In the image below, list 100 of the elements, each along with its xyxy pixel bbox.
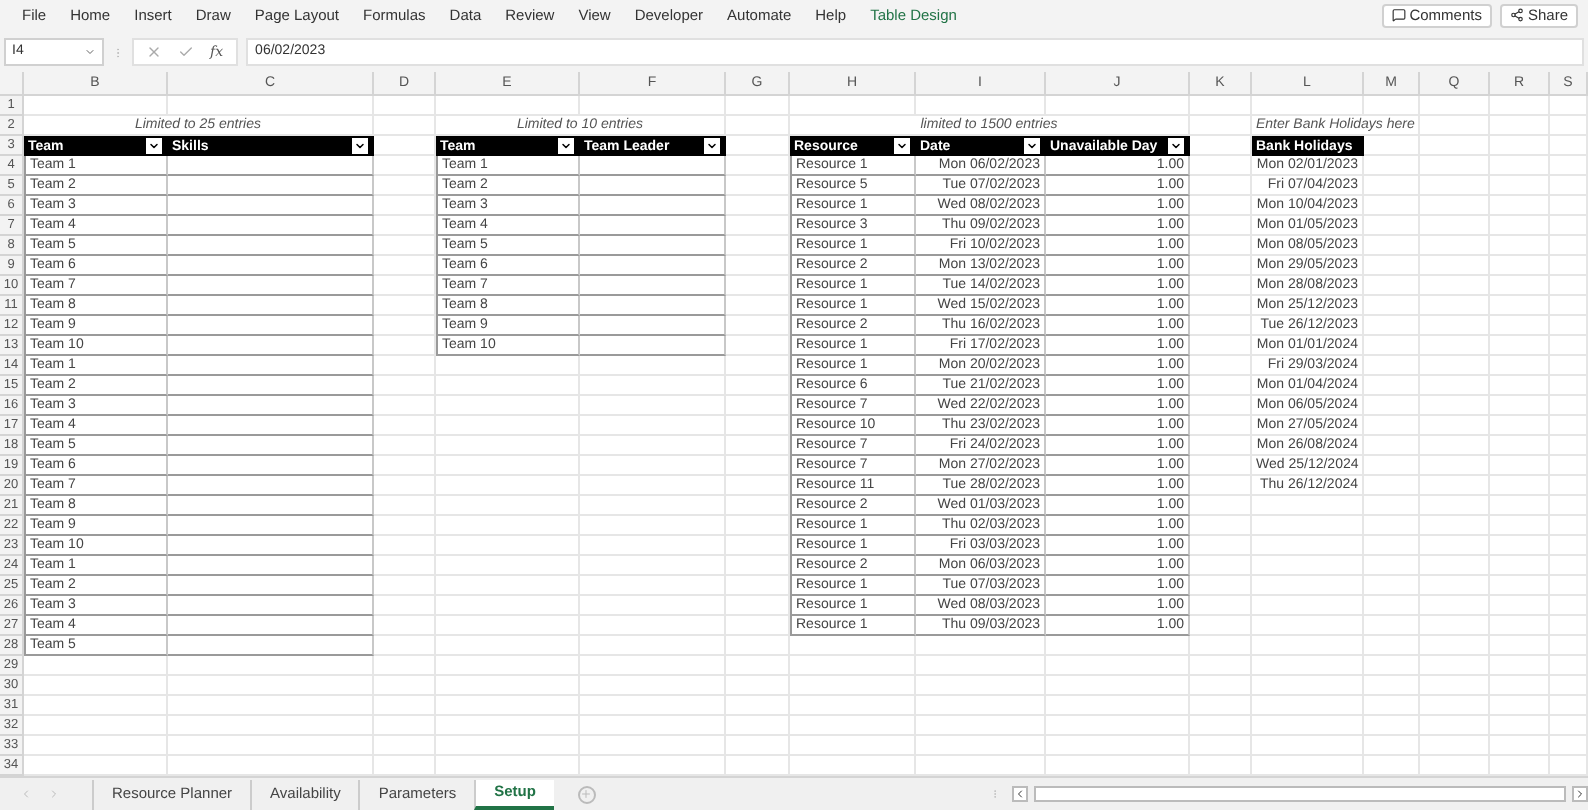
sheet-cell[interactable] (1252, 96, 1364, 116)
sheet-cell[interactable] (1550, 116, 1588, 136)
sheet-cell[interactable] (1490, 456, 1550, 476)
sheet-cell[interactable] (580, 536, 726, 556)
sheet-cell[interactable] (374, 276, 436, 296)
sheet-cell[interactable] (1420, 296, 1490, 316)
sheet-cell[interactable] (916, 696, 1046, 716)
sheet-cell[interactable] (580, 416, 726, 436)
sheet-cell[interactable] (374, 716, 436, 736)
sheet-cell[interactable] (1364, 316, 1420, 336)
sheet-cell[interactable] (436, 516, 580, 536)
sheet-cell[interactable] (1420, 616, 1490, 636)
sheet-cell[interactable] (1364, 456, 1420, 476)
sheet-cell[interactable] (1550, 376, 1588, 396)
sheet-cell[interactable] (1364, 296, 1420, 316)
sheet-cell[interactable] (1490, 416, 1550, 436)
sheet-cell[interactable] (1364, 256, 1420, 276)
sheet-cell[interactable] (1190, 156, 1252, 176)
sheet-cell[interactable] (1364, 416, 1420, 436)
sheet-cell[interactable] (374, 396, 436, 416)
sheet-cell[interactable] (1490, 396, 1550, 416)
horizontal-scrollbar[interactable] (1034, 786, 1566, 802)
sheet-cell[interactable] (1364, 336, 1420, 356)
sheet-cell[interactable] (374, 676, 436, 696)
sheet-cell[interactable] (580, 636, 726, 656)
sheet-cell[interactable] (374, 216, 436, 236)
sheet-cell[interactable] (1550, 256, 1588, 276)
sheet-cell[interactable] (726, 676, 790, 696)
sheet-cell[interactable] (1252, 596, 1364, 616)
sheet-cell[interactable] (1364, 276, 1420, 296)
sheet-cell[interactable] (1190, 716, 1252, 736)
sheet-cell[interactable] (1420, 276, 1490, 296)
sheet-cell[interactable] (790, 696, 916, 716)
sheet-cell[interactable] (726, 296, 790, 316)
sheet-cell[interactable] (1252, 556, 1364, 576)
sheet-cell[interactable] (1190, 456, 1252, 476)
sheet-cell[interactable] (436, 536, 580, 556)
sheet-cell[interactable] (1190, 596, 1252, 616)
sheet-cell[interactable] (1550, 536, 1588, 556)
enter-icon[interactable] (178, 44, 194, 60)
sheet-cell[interactable] (1550, 436, 1588, 456)
sheet-cell[interactable] (374, 696, 436, 716)
sheet-cell[interactable] (1364, 496, 1420, 516)
sheet-cell[interactable] (1490, 516, 1550, 536)
filter-button[interactable] (352, 138, 368, 154)
sheet-cell[interactable] (726, 376, 790, 396)
sheet-cell[interactable] (726, 216, 790, 236)
sheet-cell[interactable] (726, 276, 790, 296)
sheet-cell[interactable] (1550, 636, 1588, 656)
sheet-cell[interactable] (726, 436, 790, 456)
sheet-cell[interactable] (916, 636, 1046, 656)
sheet-cell[interactable] (1364, 176, 1420, 196)
sheet-cell[interactable] (168, 696, 374, 716)
sheet-cell[interactable] (374, 736, 436, 756)
sheet-cell[interactable] (1490, 696, 1550, 716)
sheet-cell[interactable] (726, 116, 790, 136)
sheet-cell[interactable] (1190, 396, 1252, 416)
sheet-cell[interactable] (1190, 296, 1252, 316)
sheet-cell[interactable] (916, 656, 1046, 676)
sheet-cell[interactable] (1364, 356, 1420, 376)
sheet-cell[interactable] (436, 556, 580, 576)
sheet-cell[interactable] (726, 416, 790, 436)
sheet-cell[interactable] (24, 676, 168, 696)
sheet-cell[interactable] (1190, 416, 1252, 436)
filter-button[interactable] (1168, 138, 1184, 154)
sheet-cell[interactable] (1550, 176, 1588, 196)
sheet-cell[interactable] (1252, 616, 1364, 636)
sheet-cell[interactable] (1550, 276, 1588, 296)
sheet-cell[interactable] (1490, 556, 1550, 576)
sheet-cell[interactable] (916, 736, 1046, 756)
scroll-left-button[interactable] (1012, 786, 1028, 802)
scroll-right-button[interactable] (1572, 786, 1588, 802)
sheet-cell[interactable] (1490, 636, 1550, 656)
sheet-cell[interactable] (374, 356, 436, 376)
sheet-cell[interactable] (374, 536, 436, 556)
sheet-cell[interactable] (374, 476, 436, 496)
sheet-cell[interactable] (726, 636, 790, 656)
sheet-cell[interactable] (1550, 316, 1588, 336)
sheet-cell[interactable] (580, 736, 726, 756)
sheet-cell[interactable] (580, 476, 726, 496)
sheet-cell[interactable] (726, 556, 790, 576)
sheet-cell[interactable] (436, 656, 580, 676)
sheet-cell[interactable] (790, 736, 916, 756)
sheet-cell[interactable] (1490, 536, 1550, 556)
sheet-cell[interactable] (916, 716, 1046, 736)
sheet-cell[interactable] (1420, 696, 1490, 716)
sheet-cell[interactable] (726, 576, 790, 596)
sheet-cell[interactable] (168, 736, 374, 756)
sheet-cell[interactable] (436, 476, 580, 496)
sheet-cell[interactable] (436, 676, 580, 696)
filter-button[interactable] (558, 138, 574, 154)
filter-button[interactable] (894, 138, 910, 154)
sheet-cell[interactable] (24, 716, 168, 736)
sheet-cell[interactable] (1550, 396, 1588, 416)
sheet-cell[interactable] (726, 616, 790, 636)
sheet-cell[interactable] (1420, 376, 1490, 396)
sheet-cell[interactable] (1252, 656, 1364, 676)
sheet-cell[interactable] (374, 296, 436, 316)
sheet-cell[interactable] (790, 676, 916, 696)
sheet-cell[interactable] (1490, 596, 1550, 616)
